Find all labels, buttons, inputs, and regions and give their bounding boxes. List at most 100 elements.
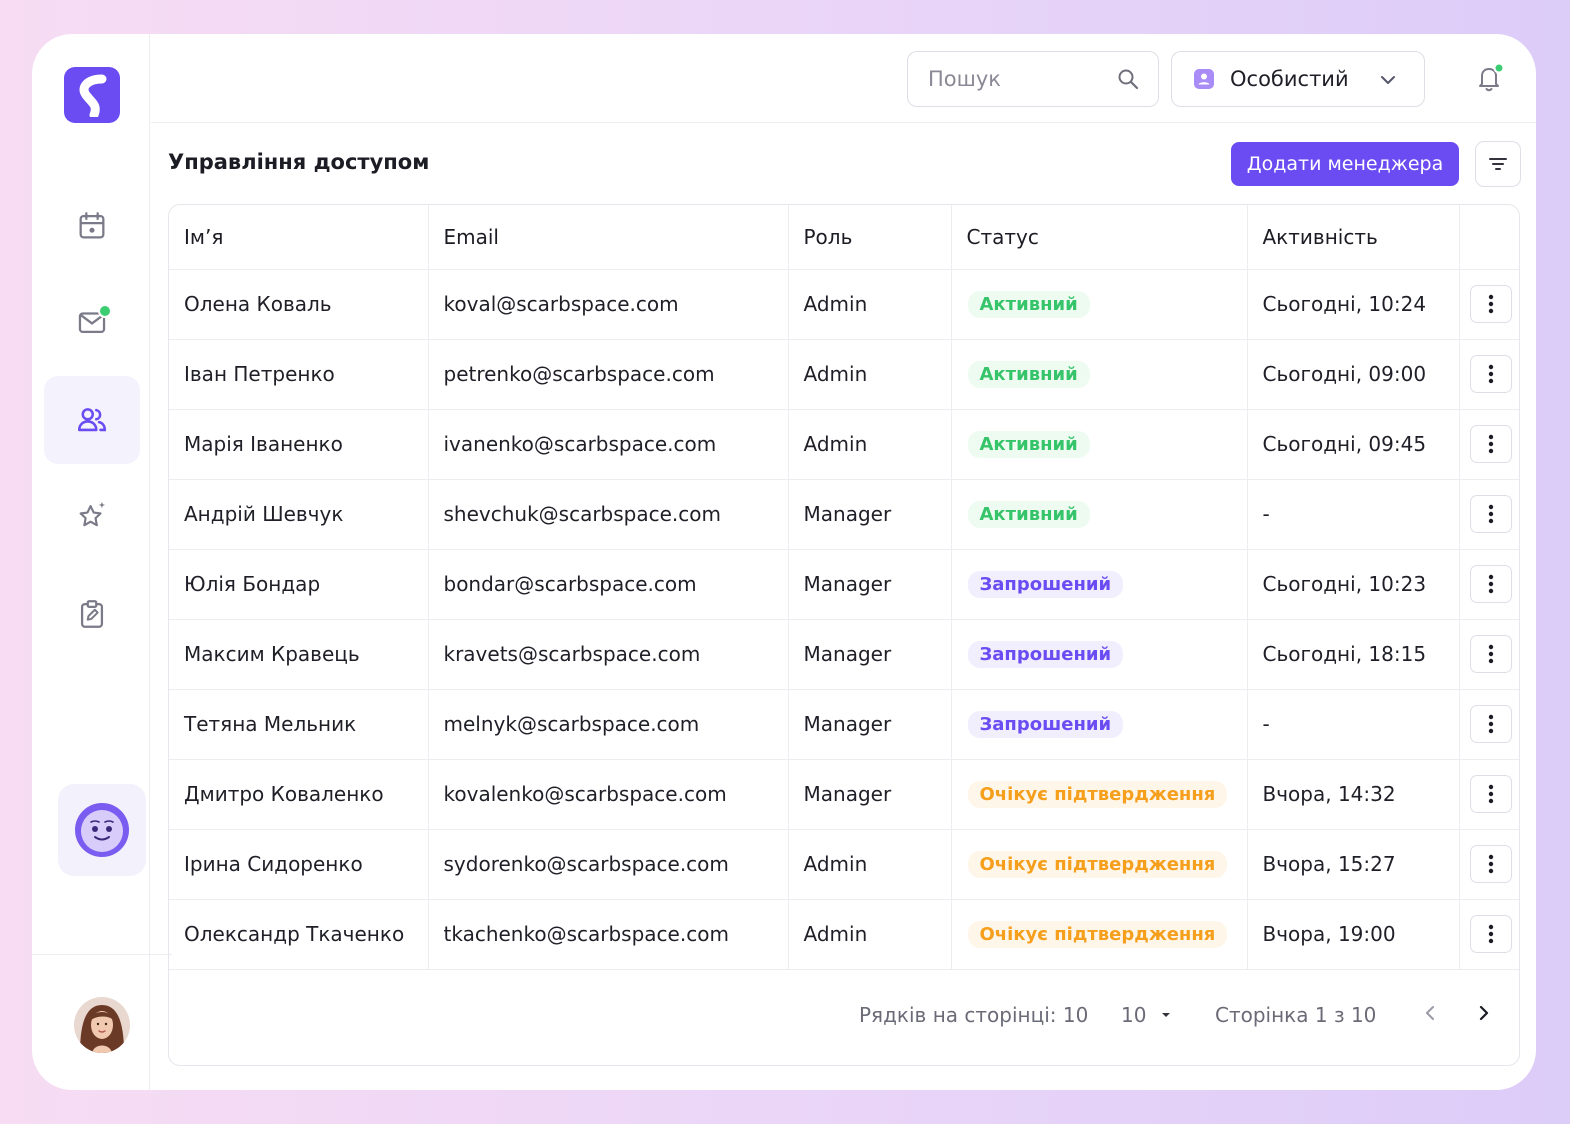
table-row[interactable]: Андрій Шевчук shevchuk@scarbspace.com Mana… bbox=[169, 479, 1519, 550]
rows-per-page-select[interactable]: 10 bbox=[1121, 1003, 1174, 1027]
sidebar-item-tasks[interactable] bbox=[44, 570, 140, 658]
caret-down-icon bbox=[1162, 1013, 1171, 1017]
app-logo[interactable] bbox=[64, 67, 120, 123]
status-badge: Очікує підтвердження bbox=[967, 920, 1228, 948]
row-menu-button[interactable] bbox=[1469, 425, 1512, 463]
users-icon bbox=[77, 408, 107, 432]
user-avatar[interactable] bbox=[74, 997, 130, 1053]
cell-activity: Вчора, 15:27 bbox=[1247, 829, 1460, 900]
cell-email: petrenko@scarbspace.com bbox=[428, 339, 789, 410]
table-row[interactable]: Олександр Ткаченко tkachenko@scarbspace.c… bbox=[169, 899, 1519, 970]
cell-activity: - bbox=[1247, 689, 1460, 760]
cell-activity: Сьогодні, 10:24 bbox=[1247, 269, 1460, 340]
cell-name: Тетяна Мельник bbox=[169, 689, 429, 760]
column-header-role[interactable]: Роль bbox=[788, 205, 952, 270]
table-row[interactable]: Максим Кравець kravets@scarbspace.com Mana… bbox=[169, 619, 1519, 690]
bell-icon bbox=[1479, 62, 1505, 92]
cell-actions bbox=[1459, 409, 1519, 480]
star-icon bbox=[79, 501, 106, 527]
cell-status: Активний bbox=[951, 479, 1248, 550]
sidebar bbox=[32, 34, 172, 1090]
page-title: Управління доступом bbox=[168, 150, 430, 174]
row-menu-button[interactable] bbox=[1469, 635, 1512, 673]
access-table-card: Ім’я Email Роль Статус Активність Олена … bbox=[168, 204, 1520, 1066]
clipboard-edit-icon bbox=[80, 600, 104, 628]
more-vertical-icon bbox=[1488, 434, 1493, 454]
assistant-card[interactable] bbox=[58, 784, 146, 876]
cell-status: Запрошений bbox=[951, 619, 1248, 690]
cell-role: Admin bbox=[788, 269, 952, 340]
table-row[interactable]: Ірина Сидоренко sydorenko@scarbspace.com A… bbox=[169, 829, 1519, 900]
row-menu-button[interactable] bbox=[1469, 705, 1512, 743]
search-box[interactable] bbox=[907, 51, 1159, 107]
cell-name: Максим Кравець bbox=[169, 619, 429, 690]
cell-actions bbox=[1459, 829, 1519, 900]
pagination: Рядків на сторінці: 10 10 Сторінка 1 з 1… bbox=[169, 969, 1519, 1065]
column-header-name[interactable]: Ім’я bbox=[169, 205, 429, 270]
row-menu-button[interactable] bbox=[1469, 565, 1512, 603]
table-row[interactable]: Дмитро Коваленко kovalenko@scarbspace.com… bbox=[169, 759, 1519, 830]
table-row[interactable]: Олена Коваль koval@scarbspace.com Admin Акт… bbox=[169, 269, 1519, 340]
filter-button[interactable] bbox=[1475, 141, 1521, 187]
cell-role: Admin bbox=[788, 409, 952, 480]
cell-status: Очікує підтвердження bbox=[951, 899, 1248, 970]
cell-activity: Вчора, 14:32 bbox=[1247, 759, 1460, 830]
cell-role: Manager bbox=[788, 549, 952, 620]
search-icon[interactable] bbox=[1116, 67, 1140, 95]
row-menu-button[interactable] bbox=[1469, 355, 1512, 393]
cell-role: Admin bbox=[788, 339, 952, 410]
next-page-button[interactable] bbox=[1471, 1001, 1495, 1030]
cell-role: Admin bbox=[788, 899, 952, 970]
prev-page-button[interactable] bbox=[1419, 1001, 1443, 1030]
table-row[interactable]: Юлія Бондар bondar@scarbspace.com Manager З… bbox=[169, 549, 1519, 620]
cell-name: Олена Коваль bbox=[169, 269, 429, 340]
row-menu-button[interactable] bbox=[1469, 775, 1512, 813]
cell-email: koval@scarbspace.com bbox=[428, 269, 789, 340]
chevron-down-icon bbox=[1378, 70, 1398, 94]
cell-email: kovalenko@scarbspace.com bbox=[428, 759, 789, 830]
cell-actions bbox=[1459, 269, 1519, 340]
add-manager-button[interactable]: Додати менеджера bbox=[1231, 142, 1459, 186]
cell-actions bbox=[1459, 339, 1519, 410]
column-header-activity[interactable]: Активність bbox=[1247, 205, 1460, 270]
more-vertical-icon bbox=[1488, 854, 1493, 874]
cell-actions bbox=[1459, 619, 1519, 690]
status-badge: Запрошений bbox=[967, 570, 1124, 598]
cell-status: Очікує підтвердження bbox=[951, 829, 1248, 900]
sidebar-item-calendar[interactable] bbox=[44, 182, 140, 270]
account-select[interactable]: Особистий bbox=[1171, 51, 1425, 107]
row-menu-button[interactable] bbox=[1469, 285, 1512, 323]
notifications-button[interactable] bbox=[1471, 60, 1507, 96]
cell-actions bbox=[1459, 689, 1519, 760]
sidebar-item-users[interactable] bbox=[44, 376, 140, 464]
cell-name: Андрій Шевчук bbox=[169, 479, 429, 550]
more-vertical-icon bbox=[1488, 644, 1493, 664]
cell-role: Manager bbox=[788, 689, 952, 760]
sidebar-item-mail[interactable] bbox=[44, 278, 140, 366]
cell-email: ivanenko@scarbspace.com bbox=[428, 409, 789, 480]
row-menu-button[interactable] bbox=[1469, 915, 1512, 953]
search-input[interactable] bbox=[928, 67, 1108, 91]
cell-email: kravets@scarbspace.com bbox=[428, 619, 789, 690]
status-badge: Активний bbox=[967, 360, 1090, 388]
table-row[interactable]: Іван Петренко petrenko@scarbspace.com Admi… bbox=[169, 339, 1519, 410]
cell-email: tkachenko@scarbspace.com bbox=[428, 899, 789, 970]
row-menu-button[interactable] bbox=[1469, 495, 1512, 533]
page-indicator: Сторінка 1 з 10 bbox=[1215, 1003, 1377, 1027]
row-menu-button[interactable] bbox=[1469, 845, 1512, 883]
account-select-label: Особистий bbox=[1230, 67, 1349, 91]
cell-name: Іван Петренко bbox=[169, 339, 429, 410]
status-badge: Активний bbox=[967, 430, 1090, 458]
table-row[interactable]: Марія Іваненко ivanenko@scarbspace.com Adm… bbox=[169, 409, 1519, 480]
column-header-status[interactable]: Статус bbox=[951, 205, 1248, 270]
sidebar-item-favorites[interactable] bbox=[44, 472, 140, 560]
more-vertical-icon bbox=[1488, 294, 1493, 314]
cell-activity: Сьогодні, 09:00 bbox=[1247, 339, 1460, 410]
more-vertical-icon bbox=[1488, 784, 1493, 804]
status-badge: Активний bbox=[967, 290, 1090, 318]
table-row[interactable]: Тетяна Мельник melnyk@scarbspace.com Manag… bbox=[169, 689, 1519, 760]
cell-status: Очікує підтвердження bbox=[951, 759, 1248, 830]
column-header-email[interactable]: Email bbox=[428, 205, 789, 270]
cell-activity: Вчора, 19:00 bbox=[1247, 899, 1460, 970]
cell-name: Ірина Сидоренко bbox=[169, 829, 429, 900]
